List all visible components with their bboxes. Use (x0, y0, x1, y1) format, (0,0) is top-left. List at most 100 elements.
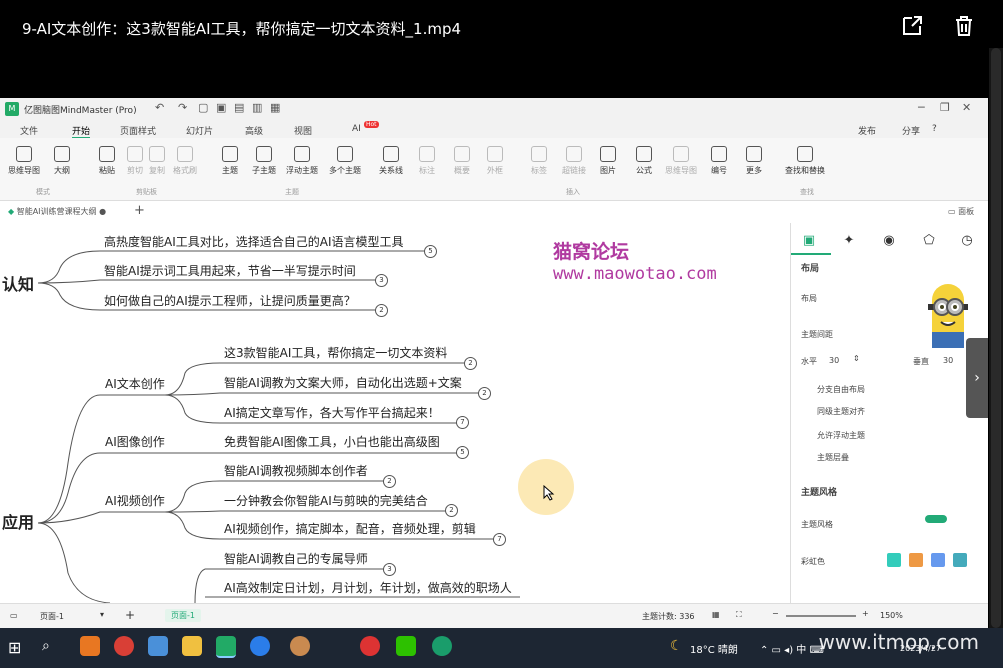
ai-text-topic-2[interactable]: 智能AI调教为文案大师，自动化出选题+文案 (224, 374, 462, 391)
branch-ai-text[interactable]: AI文本创作 (105, 375, 165, 392)
undo-icon[interactable]: ↶ (155, 101, 164, 114)
windows-start-icon[interactable]: ⊞ (8, 638, 21, 657)
taskbar-app-explorer[interactable] (182, 636, 202, 656)
horizontal-spinner[interactable]: ⇕ (853, 354, 860, 363)
tool-image[interactable]: 图片 (589, 146, 627, 176)
option-overlap[interactable]: 主题层叠 (817, 452, 849, 463)
tool-topic[interactable]: 主题 (211, 146, 249, 176)
taskbar-app-pet[interactable] (290, 636, 310, 656)
rainbow-swatch-4[interactable] (953, 553, 967, 567)
save-icon[interactable]: ▤ (234, 101, 244, 114)
branch-ai-image[interactable]: AI图像创作 (105, 433, 165, 450)
cognition-topic-1[interactable]: 高热度智能AI工具对比，选择适合自己的AI语言模型工具 (104, 233, 404, 250)
menu-page-style[interactable]: 页面样式 (120, 124, 156, 137)
add-page-button[interactable]: + (125, 608, 135, 622)
system-tray-icons[interactable]: ⌃ ▭ ◂) 中 ⌨ (760, 641, 824, 656)
ai-text-topic-3[interactable]: AI搞定文章写作，各大写作平台搞起来！ (224, 404, 440, 421)
scrollbar-thumb[interactable] (991, 48, 1001, 628)
tool-relationship[interactable]: 关系线 (372, 146, 410, 176)
taskbar-app-edge[interactable] (432, 636, 452, 656)
rainbow-swatch-2[interactable] (909, 553, 923, 567)
menu-file[interactable]: 文件 (20, 124, 38, 137)
page-view-icon[interactable]: ▭ (10, 611, 18, 620)
tool-format-painter[interactable]: 格式刷 (166, 146, 204, 176)
trash-icon[interactable] (952, 14, 976, 38)
doc-tab[interactable]: ◆ 智能AI训练营课程大纲 ● (8, 206, 106, 217)
horizontal-spacing-input[interactable]: 30 (829, 356, 839, 365)
mentor-topic-2[interactable]: AI高效制定日计划，月计划，年计划，做高效的职场人 (224, 579, 512, 596)
ai-magic-tab-icon[interactable]: ✦ (841, 233, 857, 249)
category-cognition[interactable]: 认知 (2, 271, 34, 295)
new-file-icon[interactable]: ▢ (198, 101, 208, 114)
page-scrollbar[interactable] (989, 48, 1003, 628)
minimize-icon[interactable]: ─ (918, 101, 925, 114)
location-tab-icon[interactable]: ◉ (881, 233, 897, 249)
taskbar-app-browser[interactable] (250, 636, 270, 656)
tool-boundary[interactable]: 外框 (476, 146, 514, 176)
zoom-slider[interactable] (786, 615, 856, 617)
weather-text[interactable]: 18°C 晴朗 (690, 641, 738, 656)
menu-ai[interactable]: AI (352, 124, 361, 134)
ai-image-topic-1[interactable]: 免费智能AI图像工具，小白也能出高级图 (224, 433, 440, 450)
restore-icon[interactable]: ❐ (940, 101, 950, 114)
option-align-siblings[interactable]: 同级主题对齐 (817, 406, 865, 417)
search-icon[interactable]: ⌕ (42, 638, 50, 654)
cognition-topic-3[interactable]: 如何做自己的AI提示工程师，让提问质量更高？ (104, 292, 356, 309)
new-tab-button[interactable]: + (134, 203, 145, 218)
fullscreen-icon[interactable]: ⛶ (736, 610, 742, 620)
panel-toggle[interactable]: ▭ 面板 (948, 206, 974, 217)
category-application[interactable]: 应用 (2, 509, 34, 533)
taskbar-app-recorder[interactable] (360, 636, 380, 656)
clock-tab-icon[interactable]: ◷ (959, 233, 975, 249)
mindmap-canvas[interactable]: 认知 应用 高热度智能AI工具对比，选择适合自己的AI语言模型工具 5 智能AI… (0, 223, 790, 603)
tool-hyperlink[interactable]: 超链接 (555, 146, 593, 176)
share-button[interactable]: 分享 (902, 124, 920, 137)
rainbow-swatch-3[interactable] (931, 553, 945, 567)
fit-view-icon[interactable]: ▦ (712, 610, 720, 619)
publish-button[interactable]: 发布 (858, 124, 876, 137)
tool-outline[interactable]: 大纲 (43, 146, 81, 176)
taskbar-app-search-tool[interactable] (80, 636, 100, 656)
menu-slides[interactable]: 幻灯片 (186, 124, 213, 137)
zoom-in-icon[interactable]: + (862, 609, 869, 618)
menu-view[interactable]: 视图 (294, 124, 312, 137)
zoom-level[interactable]: 150% (880, 611, 903, 620)
tool-formula[interactable]: 公式 (625, 146, 663, 176)
tool-numbering[interactable]: 编号 (700, 146, 738, 176)
branch-ai-video[interactable]: AI视频创作 (105, 492, 165, 509)
redo-icon[interactable]: ↷ (178, 101, 187, 114)
option-allow-floating[interactable]: 允许浮动主题 (817, 430, 865, 441)
tool-floating-topic[interactable]: 浮动主题 (283, 146, 321, 176)
rainbow-swatch-1[interactable] (887, 553, 901, 567)
menu-advanced[interactable]: 高级 (245, 124, 263, 137)
page-dropdown-icon[interactable]: ▾ (100, 610, 104, 619)
option-free-layout[interactable]: 分支自由布局 (817, 384, 865, 395)
help-icon[interactable]: ? (932, 124, 937, 134)
taskbar-app-store[interactable] (148, 636, 168, 656)
mentor-topic-1[interactable]: 智能AI调教自己的专属导师 (224, 550, 368, 567)
page-tab[interactable]: 页面-1 (165, 609, 201, 622)
ai-video-topic-1[interactable]: 智能AI调教视频脚本创作者 (224, 462, 368, 479)
ai-video-topic-3[interactable]: AI视频创作，搞定脚本，配音，音频处理，剪辑 (224, 520, 476, 537)
print-icon[interactable]: ▥ (252, 101, 262, 114)
tool-multiple-topics[interactable]: 多个主题 (326, 146, 364, 176)
close-icon[interactable]: ✕ (962, 101, 971, 114)
ai-video-topic-2[interactable]: 一分钟教会你智能AI与剪映的完美结合 (224, 492, 428, 509)
theme-tab-icon[interactable]: ⬠ (921, 233, 937, 249)
page-selector[interactable]: 页面-1 (40, 611, 64, 622)
taskbar-app-chrome[interactable] (114, 636, 134, 656)
taskbar-app-wechat[interactable] (396, 636, 416, 656)
zoom-out-icon[interactable]: − (772, 609, 779, 618)
tool-more[interactable]: 更多 (735, 146, 773, 176)
tool-callout[interactable]: 标注 (408, 146, 446, 176)
tool-subtopic[interactable]: 子主题 (245, 146, 283, 176)
ai-text-topic-1[interactable]: 这3款智能AI工具，帮你搞定一切文本资料 (224, 344, 447, 361)
tool-mindmap-insert[interactable]: 思维导图 (662, 146, 700, 176)
topic-style-toggle[interactable] (925, 515, 947, 523)
layout-tab-icon[interactable]: ▣ (801, 233, 817, 249)
cognition-topic-2[interactable]: 智能AI提示词工具用起来，节省一半写提示时间 (104, 262, 356, 279)
tool-mindmap[interactable]: 思维导图 (5, 146, 43, 176)
tool-find-replace[interactable]: 查找和替换 (780, 146, 830, 176)
open-folder-icon[interactable]: ▣ (216, 101, 226, 114)
menu-start[interactable]: 开始 (72, 124, 91, 139)
